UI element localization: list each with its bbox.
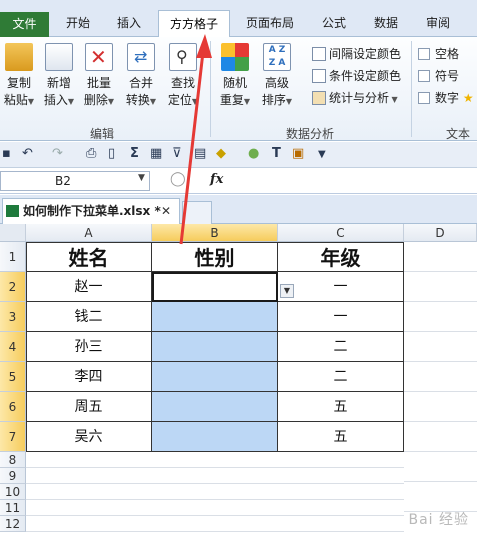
annotation-arrow (179, 34, 212, 245)
